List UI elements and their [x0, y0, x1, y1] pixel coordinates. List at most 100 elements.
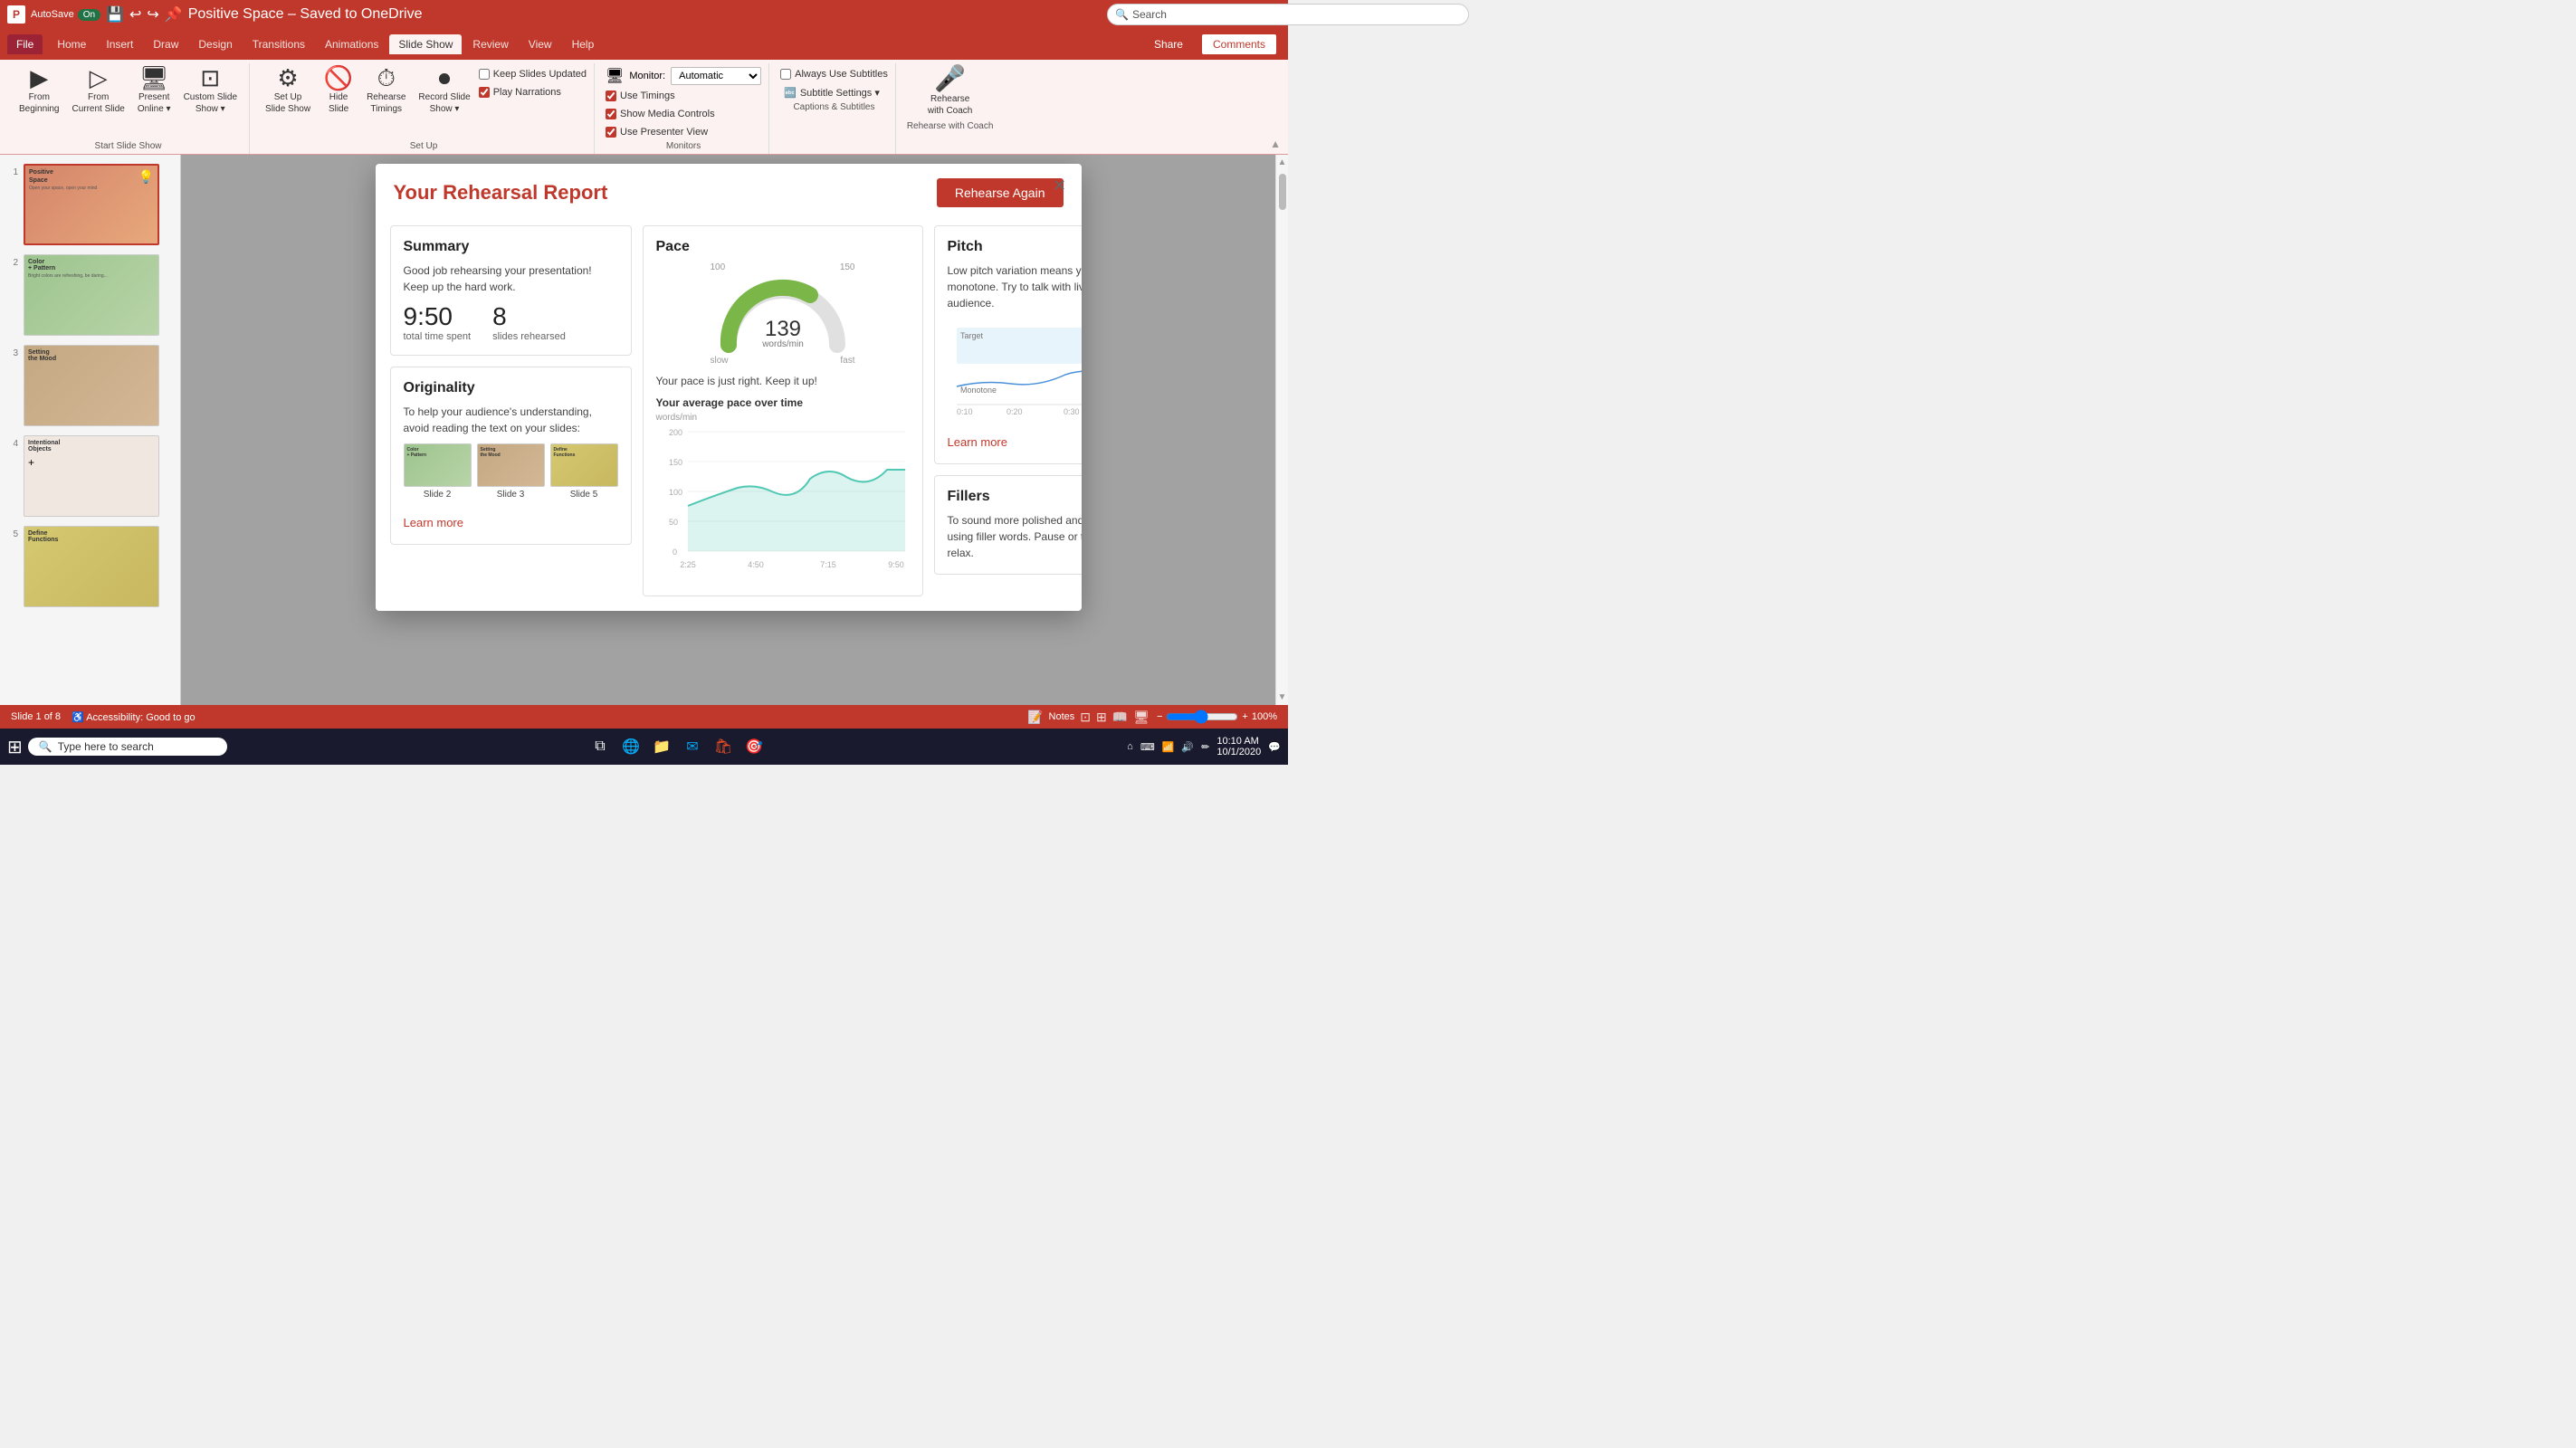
- pitch-learn-more[interactable]: Learn more: [948, 435, 1007, 449]
- taskbar-search[interactable]: 🔍 Type here to search: [28, 738, 227, 756]
- volume-icon[interactable]: 🔊: [1181, 741, 1194, 753]
- use-timings-checkbox[interactable]: Use Timings: [606, 90, 675, 101]
- pin-icon[interactable]: 📌: [165, 5, 183, 24]
- tab-design[interactable]: Design: [189, 34, 241, 54]
- slide-img-2[interactable]: Color + Pattern Bright colors are refres…: [24, 254, 159, 336]
- use-timings-input[interactable]: [606, 90, 616, 101]
- scroll-thumb[interactable]: [1279, 174, 1286, 210]
- slide-img-5[interactable]: Define Functions: [24, 526, 159, 607]
- originality-learn-more[interactable]: Learn more: [404, 516, 463, 529]
- orig-slide-label-2: Slide 2: [424, 490, 452, 500]
- zoom-in-icon[interactable]: +: [1242, 711, 1247, 722]
- tab-review[interactable]: Review: [463, 34, 517, 54]
- taskbar-multitasking-icon[interactable]: ⧉: [587, 734, 613, 759]
- notes-label[interactable]: Notes: [1049, 711, 1075, 722]
- presenter-view-checkbox[interactable]: Use Presenter View: [606, 127, 708, 138]
- main-area: 1 Positive Space Open your space, open y…: [0, 155, 1288, 705]
- notes-icon[interactable]: 📝: [1027, 710, 1043, 725]
- tab-view[interactable]: View: [520, 34, 561, 54]
- start-slideshow-group-label: Start Slide Show: [95, 141, 162, 154]
- always-use-subtitles-checkbox[interactable]: Always Use Subtitles: [780, 69, 888, 80]
- slide-img-4[interactable]: Intentional Objects +: [24, 435, 159, 517]
- setup-slideshow-button[interactable]: ⚙ Set UpSlide Show: [261, 63, 315, 118]
- taskbar-mail-icon[interactable]: ✉: [680, 734, 705, 759]
- slide-sorter-icon[interactable]: ⊞: [1096, 710, 1107, 725]
- always-use-subtitles-input[interactable]: [780, 69, 791, 80]
- search-icon: 🔍: [1115, 8, 1129, 21]
- tab-slideshow[interactable]: Slide Show: [389, 34, 462, 54]
- tab-insert[interactable]: Insert: [97, 34, 142, 54]
- rehearse-timings-button[interactable]: ⏱ RehearseTimings: [362, 63, 410, 118]
- start-icon[interactable]: ⊞: [7, 736, 23, 758]
- tab-home[interactable]: Home: [48, 34, 95, 54]
- custom-show-icon: ⊡: [200, 66, 220, 90]
- slide-thumb-4[interactable]: 4 Intentional Objects +: [4, 433, 177, 519]
- ribbon-group-setup: ⚙ Set UpSlide Show 🚫 HideSlide ⏱ Rehears…: [253, 63, 595, 154]
- monitor-select[interactable]: Automatic: [671, 67, 761, 85]
- autosave-toggle[interactable]: AutoSave On: [31, 9, 100, 21]
- action-center-icon[interactable]: 💬: [1268, 741, 1281, 753]
- slide-panel[interactable]: 1 Positive Space Open your space, open y…: [0, 155, 181, 705]
- taskbar-right: ⌂ ⌨ 📶 🔊 ✏ 10:10 AM 10/1/2020 💬: [1127, 736, 1281, 757]
- slide-thumb-2[interactable]: 2 Color + Pattern Bright colors are refr…: [4, 252, 177, 338]
- present-online-button[interactable]: 🖥 PresentOnline ▾: [133, 63, 176, 118]
- share-button[interactable]: Share: [1143, 33, 1194, 55]
- tab-draw[interactable]: Draw: [144, 34, 187, 54]
- rehearse-again-button[interactable]: Rehearse Again: [937, 178, 1064, 207]
- pen-icon[interactable]: ✏: [1201, 741, 1209, 753]
- subtitle-settings-button[interactable]: 🔤 Subtitle Settings ▾: [780, 85, 883, 100]
- collapse-icon[interactable]: ▲: [1270, 138, 1281, 150]
- wifi-icon[interactable]: 📶: [1162, 741, 1175, 753]
- record-slideshow-button[interactable]: ⏺ Record SlideShow ▾: [414, 63, 474, 118]
- accessibility-status: ♿ Accessibility: Good to go: [72, 711, 196, 723]
- custom-show-button[interactable]: ⊡ Custom SlideShow ▾: [179, 63, 242, 118]
- notification-icon[interactable]: ⌂: [1127, 741, 1133, 752]
- search-bar[interactable]: 🔍 Search: [1107, 4, 1469, 25]
- rehearse-with-coach-button[interactable]: 🎤 Rehearsewith Coach: [919, 63, 982, 119]
- present-online-icon: 🖥: [139, 66, 169, 90]
- taskbar-store-icon[interactable]: 🛍: [711, 734, 736, 759]
- taskbar-powerpoint-icon[interactable]: 🎯: [741, 734, 767, 759]
- play-icon: ▶: [30, 66, 48, 90]
- from-current-button[interactable]: ▷ FromCurrent Slide: [67, 63, 129, 118]
- tab-transitions[interactable]: Transitions: [243, 34, 314, 54]
- save-icon[interactable]: 💾: [106, 5, 124, 24]
- tab-help[interactable]: Help: [563, 34, 604, 54]
- from-current-label: FromCurrent Slide: [72, 91, 124, 115]
- undo-icon[interactable]: ↩: [129, 5, 141, 24]
- autosave-state[interactable]: On: [78, 9, 100, 21]
- right-scrollbar[interactable]: ▲ ▼: [1275, 155, 1288, 705]
- play-narrations-checkbox[interactable]: Play Narrations: [479, 87, 587, 98]
- play-narrations-input[interactable]: [479, 87, 490, 98]
- taskbar-explorer-icon[interactable]: 📁: [649, 734, 674, 759]
- pace-card: Pace 100 150: [643, 225, 923, 596]
- slide-thumb-5[interactable]: 5 Define Functions: [4, 524, 177, 609]
- presenter-view-icon[interactable]: 🖥: [1133, 710, 1150, 725]
- slide-img-1[interactable]: Positive Space Open your space, open you…: [24, 164, 159, 245]
- zoom-out-icon[interactable]: −: [1157, 711, 1162, 722]
- scroll-down-arrow[interactable]: ▼: [1275, 690, 1290, 705]
- close-modal-button[interactable]: ✕: [1049, 175, 1071, 196]
- tab-file[interactable]: File: [7, 34, 43, 54]
- slide-thumb-1[interactable]: 1 Positive Space Open your space, open y…: [4, 162, 177, 247]
- keep-slides-checkbox[interactable]: Keep Slides Updated: [479, 69, 587, 80]
- slide-thumb-3[interactable]: 3 Setting the Mood: [4, 343, 177, 428]
- reading-view-icon[interactable]: 📖: [1112, 710, 1128, 725]
- zoom-slider[interactable]: [1166, 710, 1238, 724]
- comments-button[interactable]: Comments: [1201, 33, 1277, 55]
- keyboard-icon[interactable]: ⌨: [1140, 741, 1155, 753]
- show-media-checkbox[interactable]: Show Media Controls: [606, 109, 715, 119]
- slide-img-3[interactable]: Setting the Mood: [24, 345, 159, 426]
- tab-animations[interactable]: Animations: [316, 34, 387, 54]
- presenter-view-input[interactable]: [606, 127, 616, 138]
- redo-icon[interactable]: ↪: [147, 5, 158, 24]
- record-icon: ⏺: [439, 66, 451, 90]
- from-beginning-button[interactable]: ▶ FromBeginning: [14, 63, 63, 118]
- keep-slides-input[interactable]: [479, 69, 490, 80]
- scroll-up-arrow[interactable]: ▲: [1275, 155, 1290, 170]
- taskbar-edge-icon[interactable]: 🌐: [618, 734, 644, 759]
- show-media-input[interactable]: [606, 109, 616, 119]
- hide-slide-button[interactable]: 🚫 HideSlide: [319, 63, 358, 118]
- normal-view-icon[interactable]: ⊡: [1080, 710, 1091, 725]
- orig-slide-3: Settingthe Mood Slide 3: [477, 443, 545, 500]
